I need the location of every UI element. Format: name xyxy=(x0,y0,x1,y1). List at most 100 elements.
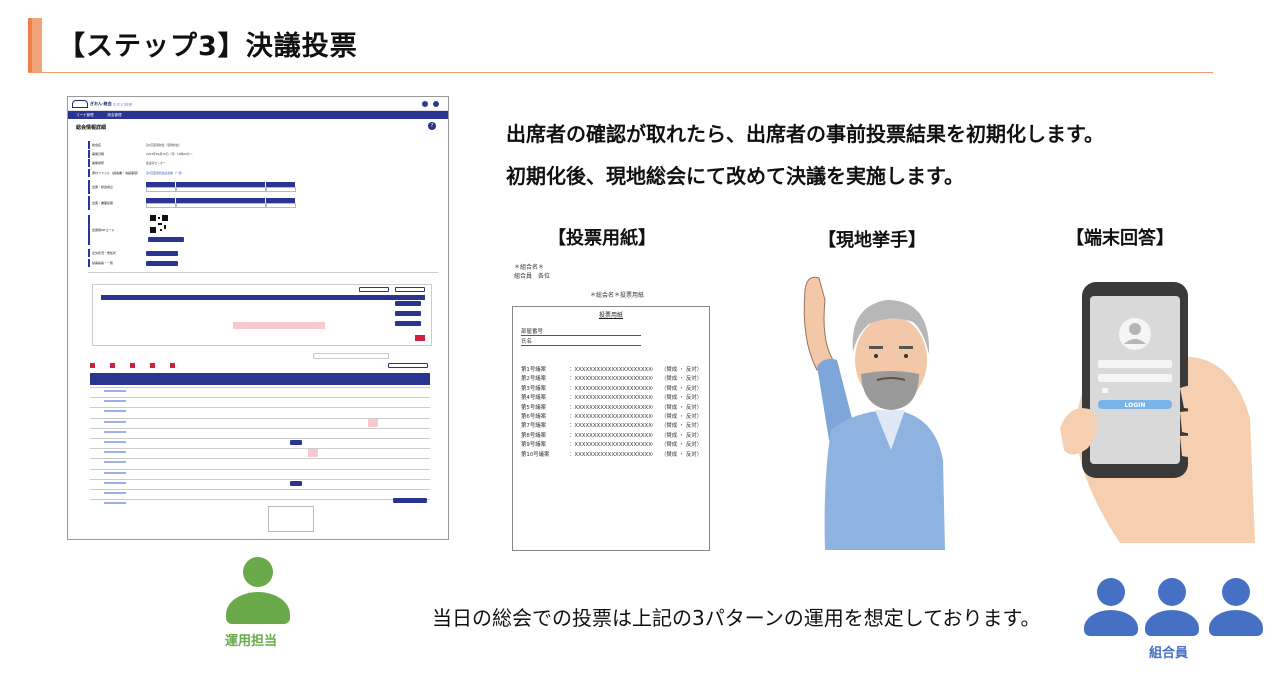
search-input[interactable] xyxy=(313,353,389,359)
attendee-name-link[interactable] xyxy=(104,430,126,433)
delete-button[interactable] xyxy=(415,335,425,341)
agenda-table xyxy=(92,284,432,346)
table-row[interactable] xyxy=(90,478,430,480)
row-action-button[interactable] xyxy=(290,440,302,445)
ballot-row-choice: （賛成 ・ 反対） xyxy=(661,376,703,383)
attendee-name-link[interactable] xyxy=(104,410,126,413)
ballot-row-label: 第4号議案 xyxy=(521,395,546,402)
table-row[interactable] xyxy=(90,458,430,459)
page-title: 【ステップ3】決議投票 xyxy=(58,31,358,62)
filter-checkbox[interactable] xyxy=(170,363,175,368)
table-row[interactable] xyxy=(90,499,430,500)
agenda-add-button[interactable] xyxy=(359,287,389,292)
attendee-table-header xyxy=(90,373,430,385)
field-attachment: 添付ファイル（議案書・決議事項） 第4回定期総会議案書（一括） xyxy=(88,169,184,177)
votes-button[interactable] xyxy=(146,260,178,266)
table-row[interactable] xyxy=(90,489,430,490)
ballot-row-text: ：XXXXXXXXXXXXXXXXXXXXXの件 xyxy=(569,376,653,383)
export-button[interactable] xyxy=(388,363,428,368)
table-row[interactable] xyxy=(90,427,430,429)
ballot-row: 第2号議案 ：XXXXXXXXXXXXXXXXXXXXXの件 （賛成 ・ 反対） xyxy=(521,374,702,382)
attendee-name-link[interactable] xyxy=(104,400,126,403)
ballot-row-choice: （賛成 ・ 反対） xyxy=(661,442,703,449)
ballot-name-label: 氏名 xyxy=(521,339,533,345)
ballot-title: 投票用紙 xyxy=(598,312,623,319)
field-qr: 出席用QRコード xyxy=(88,215,186,245)
app-brand-sub: まちかど総会 xyxy=(108,102,132,107)
operator-person-icon xyxy=(243,557,273,587)
method-label-device: 【端末回答】 xyxy=(1066,228,1174,249)
ballot-row-label: 第1号議案 xyxy=(521,367,546,373)
gear-icon[interactable] xyxy=(433,101,439,107)
nav-item-meeting[interactable]: 総会管理 xyxy=(108,111,122,119)
member-person-icon xyxy=(1097,578,1125,606)
header-divider xyxy=(28,72,1213,73)
ballot-row-text: ：XXXXXXXXXXXXXXXXXXXXXの件 xyxy=(569,395,653,402)
filter-checkbox[interactable] xyxy=(150,363,155,368)
method-label-hands: 【現地挙手】 xyxy=(818,230,926,251)
ballot-row: 第8号議案 ：XXXXXXXXXXXXXXXXXXXXXの件 （賛成 ・ 反対） xyxy=(521,431,702,439)
ballot-row-label: 第7号議案 xyxy=(521,423,546,430)
agenda-edit-button[interactable] xyxy=(395,287,425,292)
ballot-room-label: 部屋番号 xyxy=(521,329,544,335)
app-topbar: ぎおん-総会 まちかど総会 xyxy=(68,97,448,111)
ballot-row: 第9号議案 ：XXXXXXXXXXXXXXXXXXXXXの件 （賛成 ・ 反対） xyxy=(521,440,702,448)
row-action-button[interactable] xyxy=(290,480,302,486)
ballot-name-line xyxy=(521,345,641,346)
member-person-body xyxy=(1145,610,1199,636)
table-row[interactable] xyxy=(90,397,430,398)
ballot-row-text: ：XXXXXXXXXXXXXXXXXXXXXの件 xyxy=(569,442,653,449)
attendee-name-link[interactable] xyxy=(104,492,126,494)
table-row[interactable] xyxy=(90,448,430,449)
ballot-row-label: 第8号議案 xyxy=(521,432,546,439)
intro-line-2: 初期化後、現地総会にて改めて決議を実施します。 xyxy=(506,164,964,188)
ballot-row-label: 第5号議案 xyxy=(521,404,546,411)
table-row[interactable] xyxy=(90,438,430,439)
table-row[interactable] xyxy=(90,417,430,419)
ballot-row-choice: （賛成 ・ 反対） xyxy=(661,451,703,458)
attendee-name-link[interactable] xyxy=(104,420,126,423)
proxy-button[interactable] xyxy=(146,250,178,256)
filter-checkbox[interactable] xyxy=(130,363,135,368)
app-logo-icon xyxy=(72,100,88,108)
user-icon[interactable] xyxy=(422,101,428,107)
attendee-name-link[interactable] xyxy=(104,441,126,443)
raising-hand-man-illustration xyxy=(803,276,945,550)
agenda-row xyxy=(233,302,313,310)
help-icon[interactable]: ? xyxy=(428,122,436,130)
ballot-greeting: 組合員 各位 xyxy=(514,273,551,280)
nav-item-corner[interactable]: コーナ管理 xyxy=(76,111,94,119)
field-proxy: 出欠状況・委任状 xyxy=(88,249,178,257)
agenda-row-button[interactable] xyxy=(395,301,421,306)
attendee-name-link[interactable] xyxy=(104,481,126,484)
attendee-name-link[interactable] xyxy=(104,451,126,454)
login-button-label: LOGIN xyxy=(1125,402,1146,409)
field-written-vote: 出席・書面投票 xyxy=(88,196,296,210)
attendee-name-link[interactable] xyxy=(104,502,126,505)
intro-line-1: 出席者の確認が取れたら、出席者の事前投票結果を初期化します。 xyxy=(506,122,1104,146)
app-nav: コーナ管理 総会管理 xyxy=(68,111,448,119)
agenda-row-button[interactable] xyxy=(395,311,421,316)
agenda-row-highlight xyxy=(233,322,325,329)
table-row[interactable] xyxy=(90,407,430,408)
filter-checkbox[interactable] xyxy=(90,363,95,368)
ballot-row: 第4号議案 ：XXXXXXXXXXXXXXXXXXXXXの件 （賛成 ・ 反対） xyxy=(521,393,702,401)
table-row[interactable] xyxy=(90,468,430,470)
ballot-row-text: ：XXXXXXXXXXXXXXXXXXXXXの件 xyxy=(569,404,653,411)
reset-button[interactable] xyxy=(393,498,427,503)
attendee-name-link[interactable] xyxy=(104,390,126,392)
attendee-name-link[interactable] xyxy=(104,471,126,474)
qr-download-button[interactable] xyxy=(148,237,184,242)
ballot-row-text: ：XXXXXXXXXXXXXXXXXXXXXの件 xyxy=(569,367,653,373)
header-accent-bar xyxy=(28,18,42,72)
ballot-row-choice: （賛成 ・ 反対） xyxy=(661,395,703,402)
method-label-paper: 【投票用紙】 xyxy=(548,228,656,249)
ballot-row-text: ：XXXXXXXXXXXXXXXXXXXXXの件 xyxy=(569,451,653,458)
smartphone-in-hand-illustration: LOGIN xyxy=(1060,282,1255,543)
attendee-name-link[interactable] xyxy=(104,461,126,464)
ballot-row-label: 第10号議案 xyxy=(521,451,550,458)
ballot-row: 第6号議案 ：XXXXXXXXXXXXXXXXXXXXXの件 （賛成 ・ 反対） xyxy=(521,412,702,420)
filter-checkbox[interactable] xyxy=(110,363,115,368)
table-row[interactable] xyxy=(90,387,430,388)
agenda-row-button[interactable] xyxy=(395,321,421,326)
